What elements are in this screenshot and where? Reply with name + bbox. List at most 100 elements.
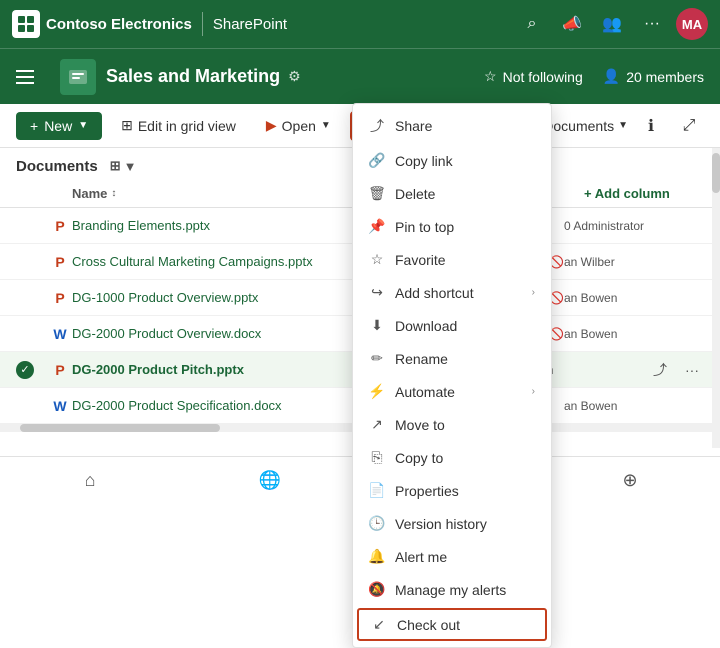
all-docs-chevron-icon: ▼ — [618, 120, 628, 131]
view-selector[interactable]: ⊞ ▼ — [106, 156, 141, 176]
file-modified-by: 0 Administrator — [564, 219, 704, 233]
new-button[interactable]: + New ▼ — [16, 112, 102, 140]
vertical-scrollbar[interactable] — [712, 148, 720, 448]
nav-plus-button[interactable]: ⊕ — [606, 457, 654, 505]
expand-button[interactable]: ⤢ — [674, 111, 704, 141]
pptx-icon: P — [55, 254, 64, 270]
file-modified-by: an Bowen — [564, 399, 704, 413]
menu-item-delete[interactable]: 🗑 Delete — [353, 177, 551, 210]
menu-label-favorite: Favorite — [395, 252, 535, 268]
edit-grid-button[interactable]: ⊞ Edit in grid view — [110, 111, 247, 140]
pptx-icon: P — [55, 290, 64, 306]
docs-title: Documents — [16, 158, 98, 175]
not-following-label: Not following — [503, 69, 583, 85]
file-type-icon: W — [48, 326, 72, 342]
menu-item-move-to[interactable]: ↗ Move to — [353, 408, 551, 441]
menu-label-automate: Automate — [395, 384, 522, 400]
file-type-icon: P — [48, 362, 72, 378]
avatar[interactable]: MA — [676, 8, 708, 40]
megaphone-icon[interactable]: 📣 — [556, 8, 588, 40]
menu-item-properties[interactable]: 📄 Properties — [353, 474, 551, 507]
scrollbar-thumb[interactable] — [20, 424, 220, 432]
search-icon[interactable]: ⌕ — [516, 8, 548, 40]
menu-label-rename: Rename — [395, 351, 535, 367]
settings-icon[interactable]: ⚙ — [288, 68, 301, 85]
site-icon — [60, 59, 96, 95]
people-icon: 👤 — [603, 68, 620, 85]
site-header: Sales and Marketing ⚙ ☆ Not following 👤 … — [0, 48, 720, 104]
shortcut-icon: ↪ — [369, 284, 385, 301]
file-type-icon: P — [48, 218, 72, 234]
menu-item-share[interactable]: ⤴ Share — [353, 108, 551, 144]
site-title: Sales and Marketing — [106, 66, 280, 87]
file-type-icon: P — [48, 290, 72, 306]
more-icon[interactable]: ··· — [636, 8, 668, 40]
menu-item-alert-me[interactable]: 🔔 Alert me — [353, 540, 551, 573]
grid-icon: ⊞ — [121, 117, 133, 134]
name-sort-icon: ↕ — [111, 188, 116, 199]
menu-label-version-history: Version history — [395, 516, 535, 532]
nav-globe-button[interactable]: 🌐 — [246, 457, 294, 505]
globe-icon: 🌐 — [259, 470, 281, 491]
add-column-button[interactable]: + Add column — [584, 186, 704, 201]
menu-label-download: Download — [395, 318, 535, 334]
menu-item-pin[interactable]: 📌 Pin to top — [353, 210, 551, 243]
menu-label-checkout: Check out — [397, 617, 533, 633]
move-icon: ↗ — [369, 416, 385, 433]
menu-label-copy-link: Copy link — [395, 153, 535, 169]
people-icon[interactable]: 👥 — [596, 8, 628, 40]
trash-icon: 🗑 — [369, 185, 385, 202]
download-icon: ⬇ — [369, 317, 385, 334]
file-modified-by: an Bowen — [564, 327, 704, 341]
menu-item-automate[interactable]: ⚡ Automate › — [353, 375, 551, 408]
menu-label-properties: Properties — [395, 483, 535, 499]
menu-label-add-shortcut: Add shortcut — [395, 285, 522, 301]
edit-grid-label: Edit in grid view — [138, 118, 236, 134]
menu-item-add-shortcut[interactable]: ↪ Add shortcut › — [353, 276, 551, 309]
info-button[interactable]: ℹ — [636, 111, 666, 141]
menu-item-rename[interactable]: ✏ Rename — [353, 342, 551, 375]
menu-item-manage-alerts[interactable]: 🔕 Manage my alerts — [353, 573, 551, 606]
hamburger-button[interactable] — [16, 61, 48, 93]
open-icon: ▶ — [266, 117, 277, 134]
automate-icon: ⚡ — [369, 383, 385, 400]
link-icon: 🔗 — [369, 152, 385, 169]
menu-label-copy-to: Copy to — [395, 450, 535, 466]
nav-divider — [202, 12, 203, 36]
add-col-icon: + — [584, 186, 592, 201]
menu-item-copy-link[interactable]: 🔗 Copy link — [353, 144, 551, 177]
menu-item-checkout[interactable]: ↙ Check out — [357, 608, 547, 641]
share-icon: ⤴ — [369, 116, 385, 136]
docx-icon: W — [53, 398, 66, 414]
file-modified-by: an Wilber — [564, 255, 704, 269]
alert-icon: 🔔 — [369, 548, 385, 565]
row-share-icon[interactable]: ⤴ — [648, 358, 672, 382]
logo-icon — [12, 10, 40, 38]
manage-icon: 🔕 — [369, 581, 385, 598]
v-scrollbar-thumb[interactable] — [712, 153, 720, 193]
top-nav: Contoso Electronics SharePoint ⌕ 📣 👥 ···… — [0, 0, 720, 48]
file-type-icon: W — [48, 398, 72, 414]
pin-icon: 📌 — [369, 218, 385, 235]
new-icon: + — [30, 118, 38, 134]
menu-item-favorite[interactable]: ☆ Favorite — [353, 243, 551, 276]
menu-label-share: Share — [395, 118, 535, 134]
members-button[interactable]: 👤 20 members — [603, 68, 704, 85]
open-button[interactable]: ▶ Open ▼ — [255, 111, 342, 140]
pptx-icon: P — [55, 362, 64, 378]
row-checkbox[interactable]: ✓ — [16, 361, 48, 379]
file-type-icon: P — [48, 254, 72, 270]
menu-item-copy-to[interactable]: ⎘ Copy to — [353, 441, 551, 474]
home-icon: ⌂ — [85, 470, 96, 491]
context-menu: ⤴ Share 🔗 Copy link 🗑 Delete 📌 Pin to to… — [352, 103, 552, 648]
pptx-icon: P — [55, 218, 64, 234]
not-following-button[interactable]: ☆ Not following — [484, 68, 583, 85]
nav-home-button[interactable]: ⌂ — [66, 457, 114, 505]
new-chevron-icon: ▼ — [78, 120, 88, 131]
history-icon: 🕒 — [369, 515, 385, 532]
new-label: New — [44, 118, 72, 134]
properties-icon: 📄 — [369, 482, 385, 499]
row-more-icon[interactable]: ··· — [680, 358, 704, 382]
menu-item-download[interactable]: ⬇ Download — [353, 309, 551, 342]
menu-item-version-history[interactable]: 🕒 Version history — [353, 507, 551, 540]
